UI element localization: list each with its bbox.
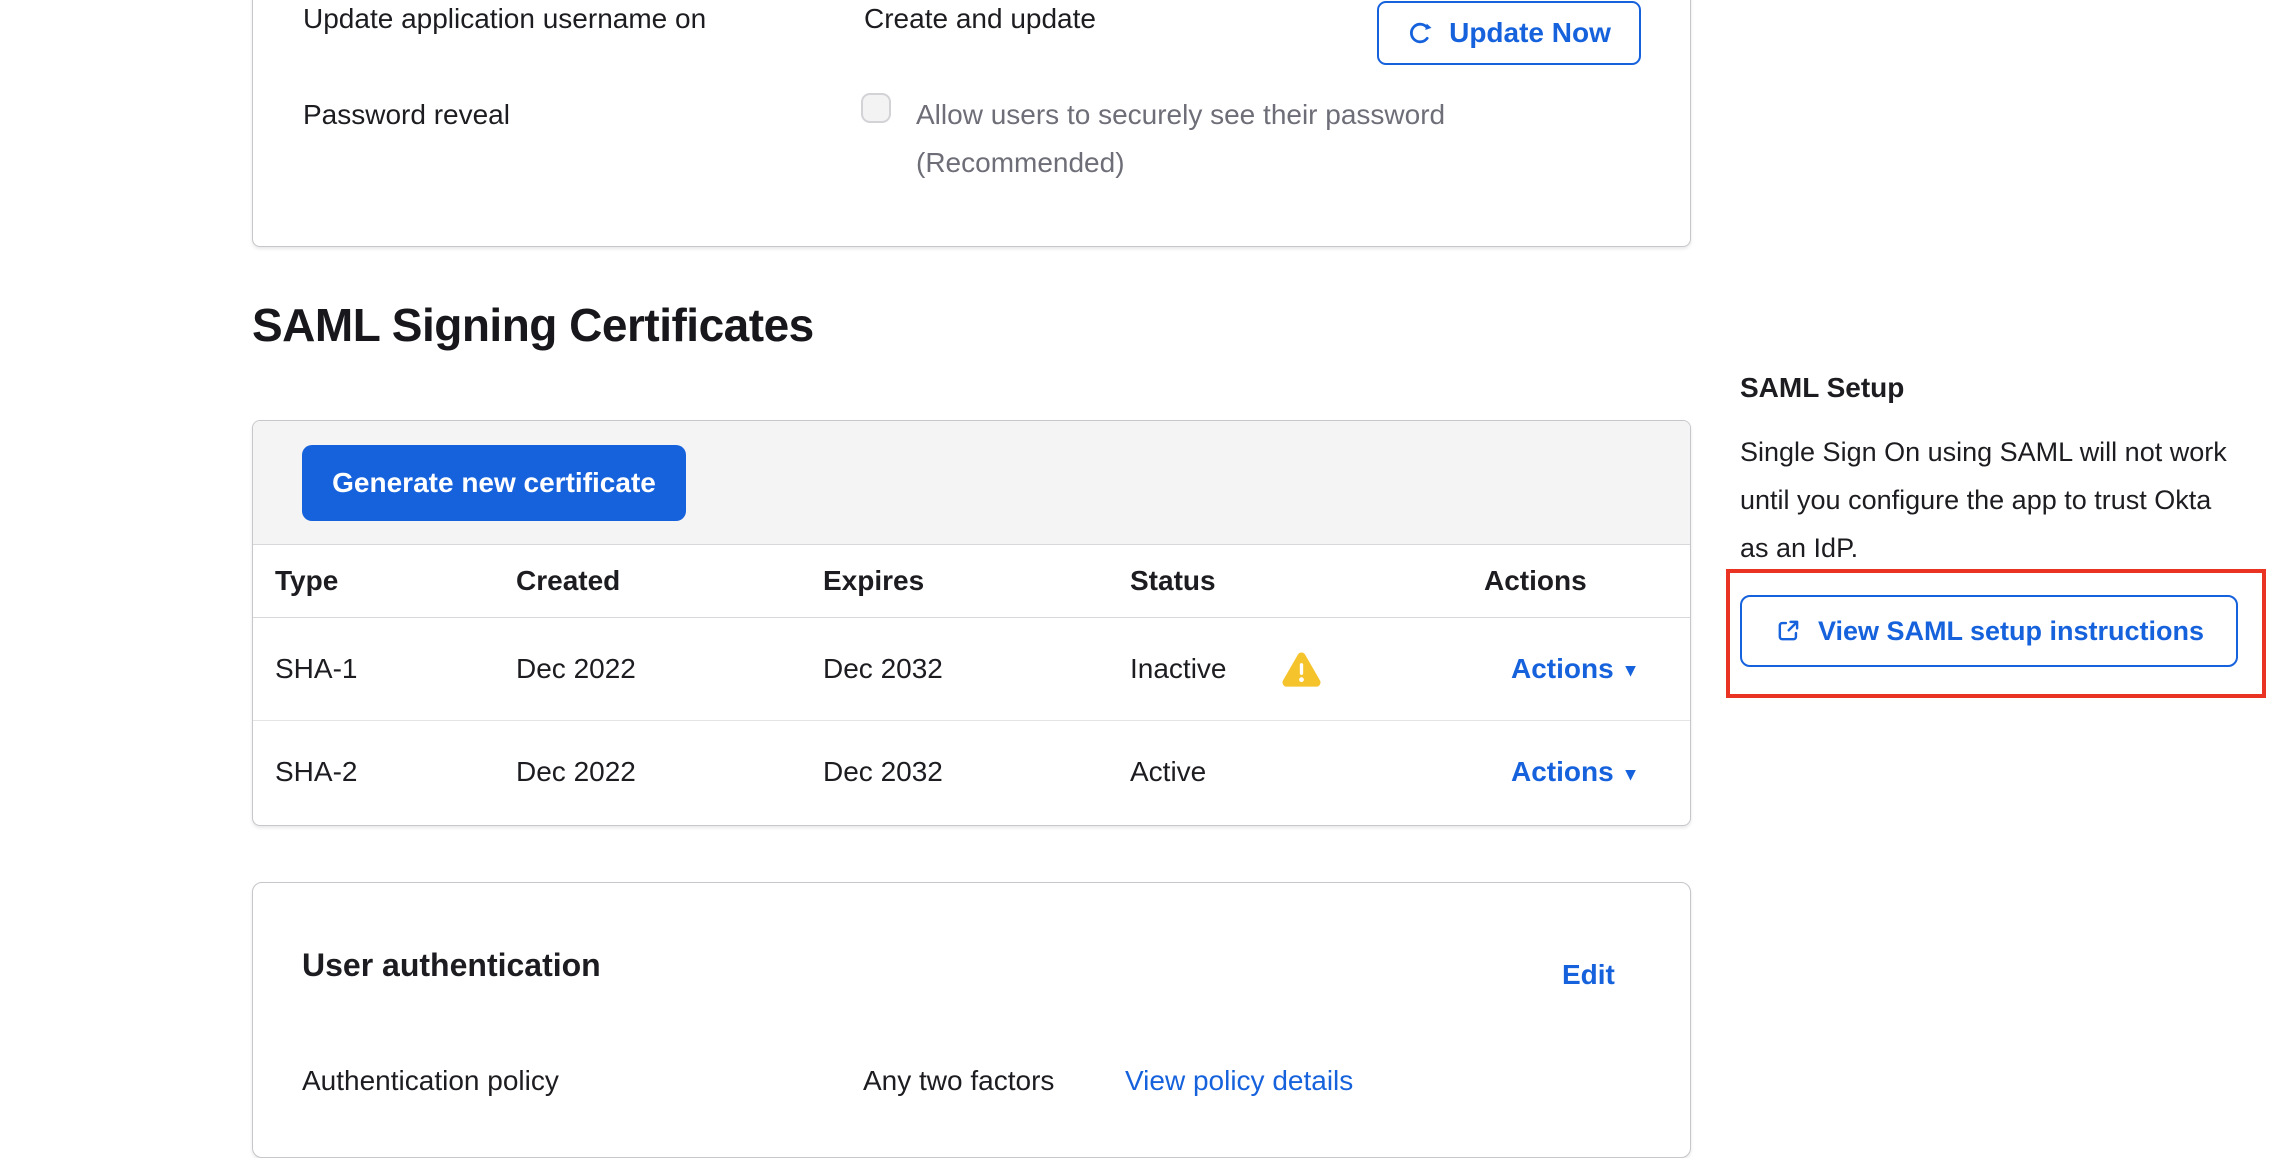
view-saml-setup-label: View SAML setup instructions (1818, 616, 2204, 647)
certificate-actions-dropdown[interactable]: Actions ▾ (1511, 617, 1635, 720)
saml-setup-description: Single Sign On using SAML will not work … (1740, 428, 2245, 572)
username-update-label: Update application username on (303, 3, 706, 35)
cell-expires: Dec 2032 (823, 720, 943, 824)
cell-created: Dec 2022 (516, 617, 636, 720)
refresh-icon (1407, 20, 1433, 46)
user-authentication-card: User authentication Edit Authentication … (252, 882, 1691, 1158)
username-update-value: Create and update (864, 3, 1096, 35)
certificates-card: Generate new certificate Type Created Ex… (252, 420, 1691, 826)
certificates-toolbar: Generate new certificate (253, 421, 1690, 545)
cell-status: Inactive (1130, 617, 1227, 720)
update-now-button[interactable]: Update Now (1377, 1, 1641, 65)
caret-down-icon: ▾ (1626, 765, 1636, 784)
column-header-expires: Expires (823, 544, 924, 617)
column-header-type: Type (275, 544, 338, 617)
page-title: SAML Signing Certificates (252, 298, 814, 352)
certificate-actions-dropdown[interactable]: Actions ▾ (1511, 720, 1635, 824)
user-authentication-title: User authentication (302, 947, 601, 984)
password-reveal-recommended-note: (Recommended) (916, 147, 1125, 179)
cell-type: SHA-1 (275, 617, 357, 720)
caret-down-icon: ▾ (1626, 661, 1636, 680)
authentication-policy-value: Any two factors (863, 1065, 1054, 1097)
update-now-label: Update Now (1449, 17, 1611, 49)
cell-type: SHA-2 (275, 720, 357, 824)
generate-certificate-button[interactable]: Generate new certificate (302, 445, 686, 521)
external-link-icon (1774, 617, 1802, 645)
signon-settings-card: Update application username on Create an… (252, 0, 1691, 247)
saml-setup-title: SAML Setup (1740, 372, 1904, 404)
cell-status: Active (1130, 720, 1206, 824)
edit-link[interactable]: Edit (1562, 959, 1615, 991)
column-header-created: Created (516, 544, 620, 617)
cell-expires: Dec 2032 (823, 617, 943, 720)
actions-label: Actions (1511, 756, 1614, 788)
column-header-actions: Actions (1484, 544, 1587, 617)
certificate-row-sha2: SHA-2 Dec 2022 Dec 2032 Active Actions ▾ (253, 720, 1690, 824)
page: Update application username on Create an… (0, 0, 2279, 1158)
view-policy-details-link[interactable]: View policy details (1125, 1065, 1353, 1097)
authentication-policy-label: Authentication policy (302, 1065, 559, 1097)
certificates-table-header: Type Created Expires Status Actions (253, 544, 1690, 618)
view-saml-setup-instructions-button[interactable]: View SAML setup instructions (1740, 595, 2238, 667)
password-reveal-description: Allow users to securely see their passwo… (916, 99, 1445, 131)
password-reveal-checkbox[interactable] (861, 93, 891, 123)
certificate-row-sha1: SHA-1 Dec 2022 Dec 2032 Inactive Actions… (253, 617, 1690, 721)
actions-label: Actions (1511, 653, 1614, 685)
cell-created: Dec 2022 (516, 720, 636, 824)
warning-icon (1282, 652, 1321, 687)
password-reveal-label: Password reveal (303, 99, 510, 131)
column-header-status: Status (1130, 544, 1216, 617)
